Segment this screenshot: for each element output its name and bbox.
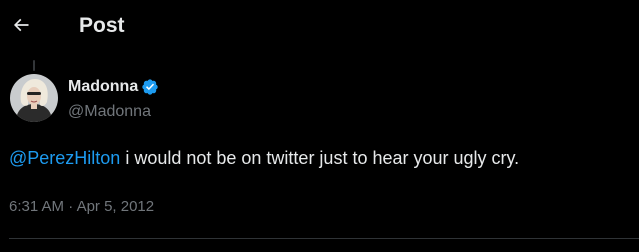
mention-link[interactable]: @PerezHilton	[9, 148, 120, 168]
divider	[9, 238, 639, 239]
post-date[interactable]: Apr 5, 2012	[77, 198, 155, 215]
post-header: Post	[0, 0, 639, 53]
thread-connector-line	[33, 60, 35, 71]
author-handle[interactable]: @Madonna	[68, 102, 151, 122]
meta-separator: ·	[64, 198, 77, 215]
verified-badge-icon	[138, 78, 159, 96]
author-name-row: Madonna	[68, 76, 159, 98]
post-time[interactable]: 6:31 AM	[9, 198, 64, 215]
tweet-body: i would not be on twitter just to hear y…	[120, 148, 520, 168]
timestamp-row: 6:31 AM · Apr 5, 2012	[9, 197, 154, 217]
arrow-left-icon	[11, 15, 31, 35]
back-button[interactable]	[4, 8, 38, 42]
page-title: Post	[79, 14, 125, 37]
tweet-text: @PerezHilton i would not be on twitter j…	[9, 146, 519, 170]
author-avatar[interactable]	[10, 74, 58, 122]
author-name[interactable]: Madonna	[68, 78, 138, 96]
